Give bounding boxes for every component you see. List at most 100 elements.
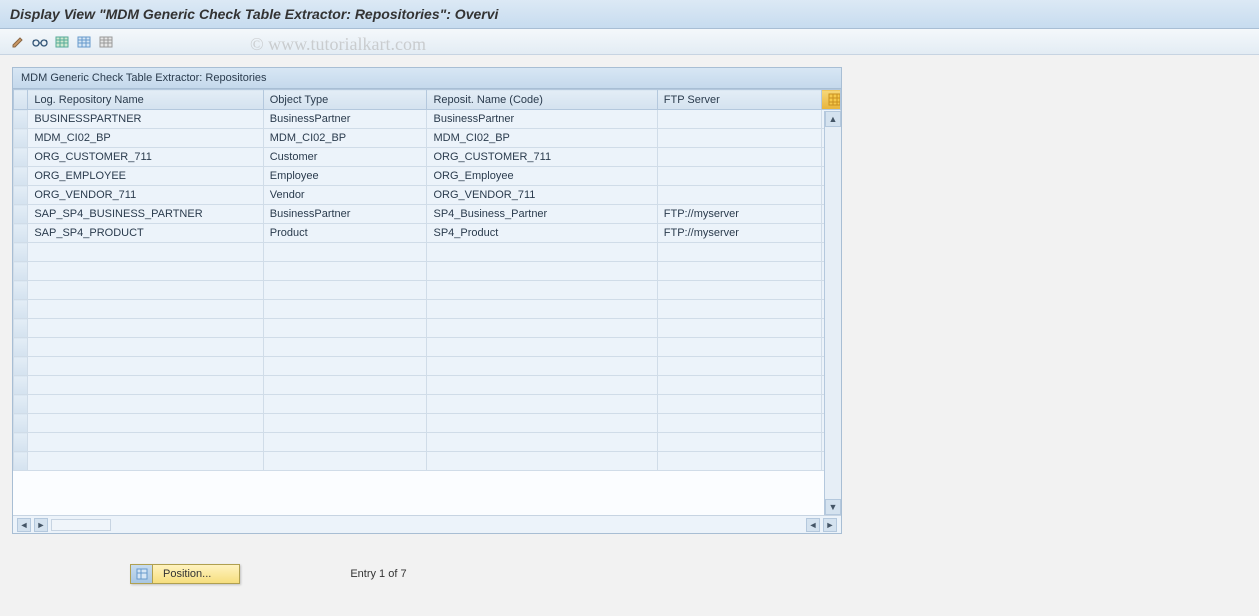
cell-empty[interactable] [657, 376, 821, 395]
cell-empty[interactable] [263, 262, 427, 281]
cell-reposit-name[interactable]: ORG_VENDOR_711 [427, 186, 657, 205]
cell-empty[interactable] [28, 414, 263, 433]
scroll-right-end-icon[interactable]: ► [823, 518, 837, 532]
cell-empty[interactable] [427, 414, 657, 433]
scroll-track[interactable] [51, 519, 111, 531]
table-row-empty[interactable] [14, 452, 841, 471]
scroll-left-end-icon[interactable]: ◄ [806, 518, 820, 532]
cell-object-type[interactable]: BusinessPartner [263, 205, 427, 224]
cell-log-repository[interactable]: BUSINESSPARTNER [28, 110, 263, 129]
table-row-empty[interactable] [14, 433, 841, 452]
cell-empty[interactable] [427, 376, 657, 395]
row-selector[interactable] [14, 167, 28, 186]
cell-empty[interactable] [657, 319, 821, 338]
cell-empty[interactable] [28, 376, 263, 395]
cell-log-repository[interactable]: SAP_SP4_PRODUCT [28, 224, 263, 243]
cell-ftp-server[interactable] [657, 129, 821, 148]
cell-empty[interactable] [657, 243, 821, 262]
cell-empty[interactable] [263, 433, 427, 452]
cell-object-type[interactable]: Vendor [263, 186, 427, 205]
row-selector[interactable] [14, 129, 28, 148]
cell-empty[interactable] [263, 357, 427, 376]
cell-reposit-name[interactable]: SP4_Business_Partner [427, 205, 657, 224]
cell-reposit-name[interactable]: ORG_CUSTOMER_711 [427, 148, 657, 167]
cell-empty[interactable] [427, 243, 657, 262]
row-selector[interactable] [14, 357, 28, 376]
scroll-left-icon[interactable]: ◄ [17, 518, 31, 532]
row-selector[interactable] [14, 376, 28, 395]
cell-object-type[interactable]: Employee [263, 167, 427, 186]
cell-empty[interactable] [657, 452, 821, 471]
table-row-empty[interactable] [14, 319, 841, 338]
cell-empty[interactable] [427, 262, 657, 281]
cell-empty[interactable] [427, 452, 657, 471]
cell-ftp-server[interactable] [657, 167, 821, 186]
row-selector-header[interactable] [14, 90, 28, 110]
cell-log-repository[interactable]: ORG_CUSTOMER_711 [28, 148, 263, 167]
cell-ftp-server[interactable]: FTP://myserver [657, 224, 821, 243]
column-header-log-repository[interactable]: Log. Repository Name [28, 90, 263, 110]
cell-reposit-name[interactable]: SP4_Product [427, 224, 657, 243]
position-button[interactable]: Position... [130, 564, 240, 584]
edit-icon[interactable] [8, 33, 28, 51]
cell-log-repository[interactable]: SAP_SP4_BUSINESS_PARTNER [28, 205, 263, 224]
table-row[interactable]: ORG_VENDOR_711VendorORG_VENDOR_711 [14, 186, 841, 205]
cell-empty[interactable] [657, 433, 821, 452]
table-row-empty[interactable] [14, 376, 841, 395]
cell-ftp-server[interactable] [657, 110, 821, 129]
cell-empty[interactable] [28, 243, 263, 262]
cell-empty[interactable] [263, 376, 427, 395]
cell-object-type[interactable]: MDM_CI02_BP [263, 129, 427, 148]
row-selector[interactable] [14, 224, 28, 243]
cell-log-repository[interactable]: MDM_CI02_BP [28, 129, 263, 148]
scroll-up-icon[interactable]: ▲ [825, 111, 841, 127]
cell-empty[interactable] [657, 300, 821, 319]
row-selector[interactable] [14, 148, 28, 167]
cell-empty[interactable] [427, 300, 657, 319]
row-selector[interactable] [14, 243, 28, 262]
cell-empty[interactable] [657, 357, 821, 376]
row-selector[interactable] [14, 186, 28, 205]
table-row[interactable]: SAP_SP4_PRODUCTProductSP4_ProductFTP://m… [14, 224, 841, 243]
cell-log-repository[interactable]: ORG_EMPLOYEE [28, 167, 263, 186]
table-row-empty[interactable] [14, 262, 841, 281]
cell-ftp-server[interactable] [657, 148, 821, 167]
table-green-icon[interactable] [52, 33, 72, 51]
cell-ftp-server[interactable] [657, 186, 821, 205]
cell-empty[interactable] [28, 319, 263, 338]
glasses-icon[interactable] [30, 33, 50, 51]
cell-empty[interactable] [263, 319, 427, 338]
row-selector[interactable] [14, 205, 28, 224]
cell-empty[interactable] [28, 262, 263, 281]
scroll-down-icon[interactable]: ▼ [825, 499, 841, 515]
cell-empty[interactable] [657, 395, 821, 414]
vertical-scrollbar[interactable]: ▲ ▼ [824, 111, 841, 515]
row-selector[interactable] [14, 281, 28, 300]
cell-empty[interactable] [263, 300, 427, 319]
cell-empty[interactable] [263, 281, 427, 300]
cell-empty[interactable] [427, 357, 657, 376]
cell-object-type[interactable]: Customer [263, 148, 427, 167]
table-row[interactable]: MDM_CI02_BPMDM_CI02_BPMDM_CI02_BP [14, 129, 841, 148]
cell-empty[interactable] [28, 338, 263, 357]
cell-object-type[interactable]: Product [263, 224, 427, 243]
table-grey-icon[interactable] [96, 33, 116, 51]
cell-empty[interactable] [427, 319, 657, 338]
table-row-empty[interactable] [14, 357, 841, 376]
row-selector[interactable] [14, 338, 28, 357]
cell-empty[interactable] [427, 433, 657, 452]
table-row-empty[interactable] [14, 338, 841, 357]
cell-empty[interactable] [263, 338, 427, 357]
cell-empty[interactable] [28, 433, 263, 452]
column-header-reposit-name[interactable]: Reposit. Name (Code) [427, 90, 657, 110]
cell-empty[interactable] [263, 414, 427, 433]
row-selector[interactable] [14, 262, 28, 281]
table-row-empty[interactable] [14, 414, 841, 433]
cell-empty[interactable] [28, 300, 263, 319]
cell-reposit-name[interactable]: BusinessPartner [427, 110, 657, 129]
cell-empty[interactable] [657, 414, 821, 433]
table-row-empty[interactable] [14, 395, 841, 414]
table-row-empty[interactable] [14, 243, 841, 262]
table-row[interactable]: BUSINESSPARTNERBusinessPartnerBusinessPa… [14, 110, 841, 129]
configure-columns-icon[interactable] [821, 90, 840, 110]
